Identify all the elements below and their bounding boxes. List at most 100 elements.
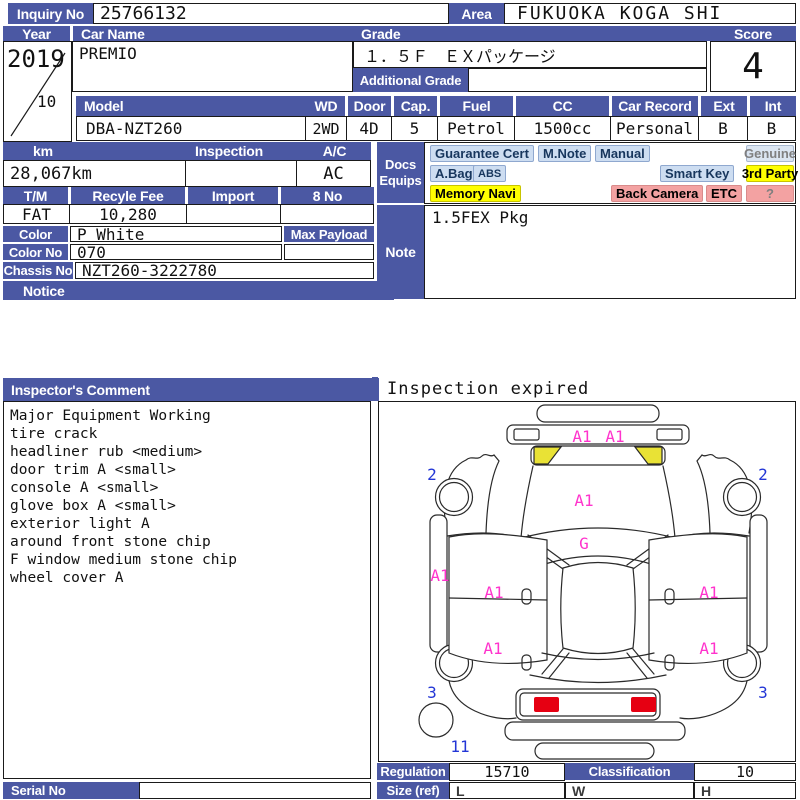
roof-panel — [560, 561, 636, 655]
cc-header: CC — [516, 96, 609, 116]
taillight-left — [534, 697, 559, 712]
front-bumper — [536, 404, 660, 423]
hood-edge-right — [662, 465, 676, 539]
taillight-right — [631, 697, 656, 712]
area-label: Area — [449, 3, 504, 24]
spare-tire — [418, 702, 454, 738]
windshield-top-arc — [520, 527, 676, 539]
docs-label: Docs — [385, 156, 416, 172]
classification-value: 10 — [694, 763, 796, 781]
wd-header: WD — [307, 96, 345, 116]
status-accent-bar — [372, 377, 378, 401]
max-payload-header: Max Payload — [284, 226, 374, 242]
color-value: P White — [70, 225, 282, 244]
damage-label: A1 — [574, 491, 593, 510]
damage-label: A1 — [699, 639, 718, 658]
inspection-header: Inspection — [187, 142, 304, 160]
badge-genuine: Genuine — [744, 145, 797, 162]
color-header: Color — [3, 226, 68, 242]
import-header: Import — [188, 187, 278, 204]
comment-line: wheel cover A — [10, 570, 124, 586]
comment-line: headliner rub <medium> — [10, 444, 203, 460]
comment-line: F window medium stone chip — [10, 552, 237, 568]
damage-label: A1 — [699, 583, 718, 602]
ac-header: A/C — [298, 142, 371, 160]
badge-smart-key: Smart Key — [660, 165, 735, 182]
door-value: 4D — [346, 116, 392, 141]
inquiry-no-label: Inquiry No — [8, 3, 93, 24]
regulation-value: 15710 — [449, 763, 565, 781]
wheel-label: 3 — [427, 683, 437, 702]
color-no-value: 070 — [70, 243, 282, 262]
badge-3rd-party: 3rd Party — [741, 165, 799, 182]
model-header: Model — [76, 96, 312, 116]
spare-tire-label: 11 — [450, 737, 469, 756]
cap-value: 5 — [391, 116, 438, 141]
fuel-header: Fuel — [440, 96, 513, 116]
month-value: 10 — [37, 92, 57, 111]
badge-abs: ABS — [473, 165, 507, 182]
ac-value: AC — [296, 160, 371, 187]
damage-label: A1 — [605, 427, 624, 446]
cap-header: Cap. — [394, 96, 437, 116]
size-w-cell: W — [565, 782, 694, 799]
rear-bumper-lip — [534, 742, 655, 760]
serial-no-value — [139, 782, 371, 799]
badge-back-camera: Back Camera — [611, 185, 704, 202]
badge-guarantee-cert: Guarantee Cert — [430, 145, 534, 162]
comment-line: exterior light A — [10, 516, 150, 532]
inspection-value — [185, 160, 297, 187]
eight-no-header: 8 No — [281, 187, 374, 204]
car-name-header: Car Name — [73, 26, 358, 42]
sill-right — [749, 514, 768, 653]
km-header: km — [3, 142, 215, 160]
comment-line: console A <small> — [10, 480, 159, 496]
km-value: 28,067km — [3, 160, 186, 187]
size-h-cell: H — [694, 782, 796, 799]
additional-grade-value — [468, 68, 707, 92]
car-record-value: Personal — [610, 116, 699, 141]
year-header: Year — [3, 26, 70, 42]
ext-value: B — [698, 116, 748, 141]
model-value: DBA-NZT260 — [76, 116, 306, 141]
note-value: 1.5FEX Pkg — [432, 208, 529, 227]
damage-diagram-box: A1 A1 A1 G 2 2 A1 A1 A1 A1 A1 3 3 11 — [378, 401, 796, 762]
score-value: 4 — [710, 41, 796, 92]
int-header: Int — [750, 96, 796, 116]
badge-memory-navi: Memory Navi — [430, 185, 521, 202]
wheel-front-right — [722, 477, 762, 517]
damage-label: G — [579, 534, 589, 553]
rear-bumper — [504, 721, 686, 741]
wheel-label: 2 — [427, 465, 437, 484]
docs-equips-header: Docs Equips — [377, 142, 424, 203]
damage-label: A1 — [483, 639, 502, 658]
area-value: FUKUOKA KOGA SHI — [504, 3, 796, 24]
max-payload-value — [284, 244, 374, 260]
wheel-label: 3 — [758, 683, 768, 702]
damage-label: A1 — [572, 427, 591, 446]
comment-line: around front stone chip — [10, 534, 211, 550]
badge-manual: Manual — [595, 145, 650, 162]
recycle-fee-value: 10,280 — [69, 204, 187, 224]
note-header: Note — [377, 205, 424, 299]
chassis-no-header: Chassis No — [3, 262, 73, 279]
comment-line: door trim A <small> — [10, 462, 176, 478]
fuel-value: Petrol — [437, 116, 515, 141]
badge-unknown: ? — [746, 185, 794, 202]
car-name-value: PREMIO — [72, 41, 353, 92]
ext-header: Ext — [701, 96, 747, 116]
comment-line: tire crack — [10, 426, 98, 442]
auction-sheet: Inquiry No 25766132 Area FUKUOKA KOGA SH… — [0, 0, 800, 800]
note-area: 1.5FEX Pkg — [424, 205, 796, 299]
inspector-comment-header: Inspector's Comment — [3, 378, 379, 401]
comment-line: glove box A <small> — [10, 498, 176, 514]
year-value: 2019 — [7, 45, 65, 73]
hood-edge-left — [520, 465, 534, 539]
door-header: Door — [348, 96, 391, 116]
additional-grade-label: Additional Grade — [353, 68, 468, 92]
eight-no-value — [280, 204, 374, 224]
size-l-cell: L — [449, 782, 565, 799]
inquiry-no-value: 25766132 — [93, 3, 449, 24]
damage-label: A1 — [484, 583, 503, 602]
car-damage-diagram: A1 A1 A1 G 2 2 A1 A1 A1 A1 A1 3 3 11 — [418, 404, 768, 760]
